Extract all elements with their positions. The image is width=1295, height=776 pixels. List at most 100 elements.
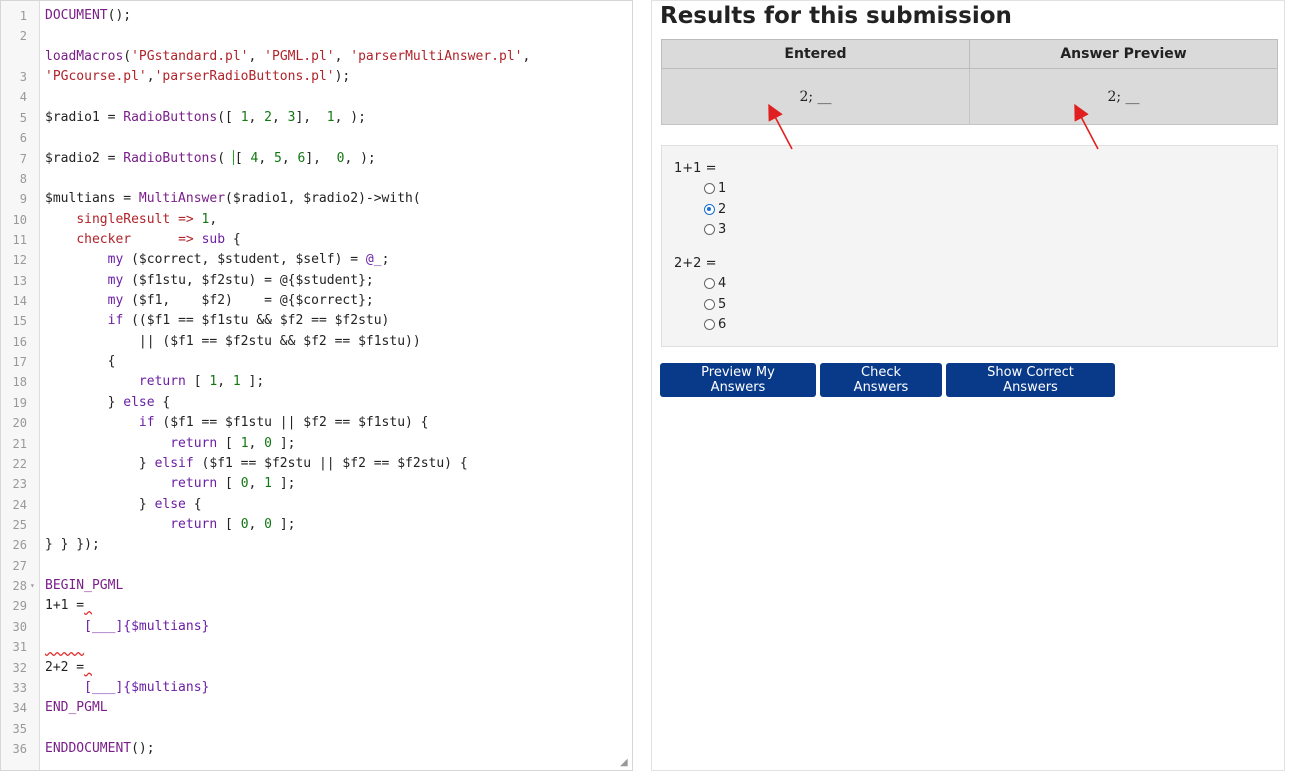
code-line: 7 $radio2 = RadioButtons( [ 4, 5, 6], 0, … [1,149,632,169]
code-line: 13 my ($f1stu, $f2stu) = @{$student}; [1,271,632,291]
code-line: 8 [1,169,632,189]
line-number: 16 [12,334,27,349]
line-number: 36 [12,741,27,756]
radio-button-icon[interactable] [704,223,715,235]
code-line: 26} } }); [1,535,632,555]
line-number: 11 [12,232,27,247]
line-number: 1 [19,9,27,23]
code-line: 18 return [ 1, 1 ]; [1,372,632,392]
code-line: 22 } elsif ($f1 == $f2stu || $f2 == $f2s… [1,454,632,474]
code-line: 34 END_PGML [1,698,632,718]
code-line: 32 2+2 = [1,658,632,678]
column-header-entered: Entered [661,39,970,69]
code-line: 11 checker => sub { [1,230,632,250]
line-number: 29 [12,599,27,614]
code-line: 16 || ($f1 == $f2stu && $f2 == $f1stu)) [1,332,632,352]
radio-option-2[interactable]: 2 [704,200,726,218]
results-table: Entered Answer Preview 2; __ 2; __ [661,39,1278,125]
text-cursor [232,149,234,165]
line-number: 18 [12,375,27,390]
line-number: 17 [12,355,27,370]
line-number: 21 [12,436,27,451]
code-lines: 1 DOCUMENT(); 2 3 loadMacros('PGstandard.p… [1,6,632,759]
question-2-label: 2+2 = [674,256,717,271]
line-number: 22 [12,456,27,471]
check-answers-button[interactable]: Check Answers [820,363,942,397]
line-number: 25 [12,517,27,532]
code-line: 35 [1,719,632,739]
preview-answers-button[interactable]: Preview My Answers [660,363,816,397]
radio-button-icon[interactable] [704,318,715,330]
code-line: 4 [1,87,632,107]
code-line: 15 if (($f1 == $f1stu && $f2 == $f2stu) [1,311,632,331]
show-correct-answers-button[interactable]: Show Correct Answers [946,363,1115,397]
entered-value: 2; __ [661,68,970,125]
code-line: 12 my ($correct, $student, $self) = @_; [1,250,632,270]
line-number: 13 [12,273,27,288]
code-line: 29 1+1 = [1,596,632,616]
line-number: 15 [12,314,27,329]
line-number: 33 [12,680,27,695]
line-number: 12 [12,253,27,268]
radio-option-label: 3 [718,221,727,237]
code-line: 14 my ($f1, $f2) = @{$correct}; [1,291,632,311]
line-number: 2 [19,29,27,44]
code-line: 36 ENDDOCUMENT(); [1,739,632,759]
table-row: 2; __ 2; __ [661,68,1278,125]
code-line: 27 [1,556,632,576]
line-number: 26 [12,538,27,553]
radio-option-6[interactable]: 6 [704,315,726,333]
code-line: 31 [1,637,632,657]
code-line: 24 } else { [1,495,632,515]
line-number: 20 [12,416,27,431]
line-number: 23 [12,477,27,492]
radio-button-icon[interactable] [704,298,715,310]
radio-button-icon[interactable] [704,277,715,289]
radio-option-label: 4 [718,275,727,291]
radio-option-1[interactable]: 1 [704,179,726,197]
line-number: 7 [19,151,27,166]
line-number: 4 [19,90,27,105]
code-line: 19 } else { [1,393,632,413]
line-number: 3 [19,70,27,85]
line-number: 19 [12,395,27,410]
results-title: Results for this submission [660,3,1012,29]
resize-grip-icon[interactable]: ◢ [620,758,630,768]
line-number: 31 [12,640,27,655]
code-line: 1 DOCUMENT(); [1,6,632,26]
radio-option-label: 6 [718,316,727,332]
radio-option-3[interactable]: 3 [704,220,726,238]
radio-button-icon[interactable] [704,182,715,194]
fold-toggle-icon[interactable]: ▾ [30,576,35,596]
code-line: 28 ▾ BEGIN_PGML [1,576,632,596]
line-number: 5 [19,110,27,125]
question-1-label: 1+1 = [674,161,717,176]
code-line: 2 [1,26,632,46]
code-line: 17 { [1,352,632,372]
code-line: 20 if ($f1 == $f1stu || $f2 == $f1stu) { [1,413,632,433]
line-number: 28 [12,579,27,594]
question-box: 1+1 = 1 2 3 2+2 = 4 5 6 [661,145,1278,347]
line-number: 14 [12,294,27,309]
line-number: 30 [12,619,27,634]
answer-preview-value: 2; __ [969,68,1278,125]
radio-option-label: 5 [718,296,727,312]
code-line: 3 loadMacros('PGstandard.pl', 'PGML.pl', … [1,47,632,88]
line-number: 24 [12,497,27,512]
radio-option-label: 2 [718,201,727,217]
radio-option-4[interactable]: 4 [704,274,726,292]
line-number: 27 [12,558,27,573]
line-number: 35 [12,721,27,736]
code-line: 25 return [ 0, 0 ]; [1,515,632,535]
line-number: 34 [12,701,27,716]
code-line: 9 $multians = MultiAnswer($radio1, $radio… [1,189,632,209]
radio-option-5[interactable]: 5 [704,295,726,313]
code-editor[interactable]: 1 DOCUMENT(); 2 3 loadMacros('PGstandard.p… [0,0,633,771]
line-number: 8 [19,171,27,186]
code-line: 6 [1,128,632,148]
radio-button-checked-icon[interactable] [704,203,715,215]
line-number: 32 [12,660,27,675]
line-number: 6 [19,131,27,146]
problem-panel: Results for this submission Entered Answ… [651,0,1285,771]
radio-option-label: 1 [718,180,727,196]
